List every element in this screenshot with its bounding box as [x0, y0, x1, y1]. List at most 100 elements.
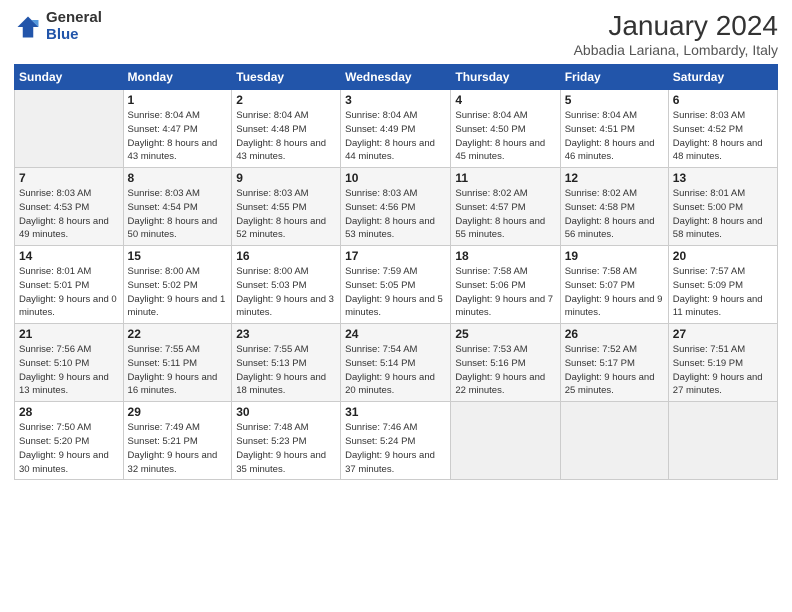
week-row-5: 28Sunrise: 7:50 AM Sunset: 5:20 PM Dayli… [15, 402, 778, 480]
day-info: Sunrise: 7:55 AM Sunset: 5:11 PM Dayligh… [128, 343, 228, 398]
day-cell: 27Sunrise: 7:51 AM Sunset: 5:19 PM Dayli… [668, 324, 777, 402]
day-cell [560, 402, 668, 480]
day-number: 21 [19, 327, 119, 341]
calendar-table: Sunday Monday Tuesday Wednesday Thursday… [14, 64, 778, 480]
day-cell: 30 Sunrise: 7:48 AM Sunset: 5:23 PM Dayli… [232, 402, 341, 480]
day-info: Sunrise: 8:01 AM Sunset: 5:01 PM Dayligh… [19, 265, 119, 320]
day-info: Sunrise: 7:57 AM Sunset: 5:09 PM Dayligh… [673, 265, 773, 320]
logo-text: General Blue [46, 10, 102, 43]
day-info: Sunrise: 8:03 AM Sunset: 4:52 PM Dayligh… [673, 109, 773, 164]
day-cell: 3 Sunrise: 8:04 AM Sunset: 4:49 PM Daylig… [341, 90, 451, 168]
header-monday: Monday [123, 65, 232, 90]
day-cell: 16 Sunrise: 8:00 AM Sunset: 5:03 PM Dayli… [232, 246, 341, 324]
day-cell: 1 Sunrise: 8:04 AM Sunset: 4:47 PM Daylig… [123, 90, 232, 168]
day-cell: 21 Sunrise: 7:56 AM Sunset: 5:10 PM Dayli… [15, 324, 124, 402]
day-cell: 5 Sunrise: 8:04 AM Sunset: 4:51 PM Daylig… [560, 90, 668, 168]
calendar-header: Sunday Monday Tuesday Wednesday Thursday… [15, 65, 778, 90]
day-info: Sunrise: 7:46 AM Sunset: 5:24 PM Dayligh… [345, 421, 446, 476]
day-number: 1 [128, 93, 228, 107]
day-cell: 18 Sunrise: 7:58 AM Sunset: 5:06 PM Dayli… [451, 246, 560, 324]
day-info: Sunrise: 8:00 AM Sunset: 5:03 PM Dayligh… [236, 265, 336, 320]
day-info: Sunrise: 8:04 AM Sunset: 4:47 PM Dayligh… [128, 109, 228, 164]
main-title: January 2024 [574, 10, 778, 42]
day-info: Sunrise: 8:00 AM Sunset: 5:02 PM Dayligh… [128, 265, 228, 320]
day-cell: 4 Sunrise: 8:04 AM Sunset: 4:50 PM Daylig… [451, 90, 560, 168]
week-row-1: 1 Sunrise: 8:04 AM Sunset: 4:47 PM Daylig… [15, 90, 778, 168]
page-header: General Blue January 2024 Abbadia Larian… [14, 10, 778, 58]
day-cell: 17 Sunrise: 7:59 AM Sunset: 5:05 PM Dayli… [341, 246, 451, 324]
day-cell: 19 Sunrise: 7:58 AM Sunset: 5:07 PM Dayli… [560, 246, 668, 324]
day-number: 28 [19, 405, 119, 419]
header-sunday: Sunday [15, 65, 124, 90]
day-info: Sunrise: 7:55 AM Sunset: 5:13 PM Dayligh… [236, 343, 336, 398]
day-number: 7 [19, 171, 119, 185]
title-block: January 2024 Abbadia Lariana, Lombardy, … [574, 10, 778, 58]
header-row: Sunday Monday Tuesday Wednesday Thursday… [15, 65, 778, 90]
day-number: 25 [455, 327, 555, 341]
day-info: Sunrise: 8:03 AM Sunset: 4:55 PM Dayligh… [236, 187, 336, 242]
day-cell [15, 90, 124, 168]
day-info: Sunrise: 8:02 AM Sunset: 4:58 PM Dayligh… [565, 187, 664, 242]
day-info: Sunrise: 8:01 AM Sunset: 5:00 PM Dayligh… [673, 187, 773, 242]
day-info: Sunrise: 8:04 AM Sunset: 4:50 PM Dayligh… [455, 109, 555, 164]
day-number: 13 [673, 171, 773, 185]
day-info: Sunrise: 7:48 AM Sunset: 5:23 PM Dayligh… [236, 421, 336, 476]
day-cell [451, 402, 560, 480]
day-info: Sunrise: 8:03 AM Sunset: 4:56 PM Dayligh… [345, 187, 446, 242]
logo-general: General [46, 10, 102, 27]
day-number: 18 [455, 249, 555, 263]
day-number: 2 [236, 93, 336, 107]
day-cell: 22Sunrise: 7:55 AM Sunset: 5:11 PM Dayli… [123, 324, 232, 402]
header-wednesday: Wednesday [341, 65, 451, 90]
calendar-body: 1 Sunrise: 8:04 AM Sunset: 4:47 PM Daylig… [15, 90, 778, 480]
day-number: 5 [565, 93, 664, 107]
day-cell: 14Sunrise: 8:01 AM Sunset: 5:01 PM Dayli… [15, 246, 124, 324]
day-info: Sunrise: 7:52 AM Sunset: 5:17 PM Dayligh… [565, 343, 664, 398]
day-cell: 15 Sunrise: 8:00 AM Sunset: 5:02 PM Dayli… [123, 246, 232, 324]
day-number: 15 [128, 249, 228, 263]
day-cell: 29Sunrise: 7:49 AM Sunset: 5:21 PM Dayli… [123, 402, 232, 480]
day-info: Sunrise: 7:56 AM Sunset: 5:10 PM Dayligh… [19, 343, 119, 398]
day-cell: 11 Sunrise: 8:02 AM Sunset: 4:57 PM Dayli… [451, 168, 560, 246]
day-info: Sunrise: 7:58 AM Sunset: 5:07 PM Dayligh… [565, 265, 664, 320]
day-info: Sunrise: 8:04 AM Sunset: 4:49 PM Dayligh… [345, 109, 446, 164]
day-cell: 7 Sunrise: 8:03 AM Sunset: 4:53 PM Daylig… [15, 168, 124, 246]
day-number: 30 [236, 405, 336, 419]
day-info: Sunrise: 7:53 AM Sunset: 5:16 PM Dayligh… [455, 343, 555, 398]
day-cell: 12Sunrise: 8:02 AM Sunset: 4:58 PM Dayli… [560, 168, 668, 246]
day-cell: 20Sunrise: 7:57 AM Sunset: 5:09 PM Dayli… [668, 246, 777, 324]
day-cell: 6Sunrise: 8:03 AM Sunset: 4:52 PM Daylig… [668, 90, 777, 168]
day-info: Sunrise: 7:59 AM Sunset: 5:05 PM Dayligh… [345, 265, 446, 320]
day-number: 17 [345, 249, 446, 263]
day-info: Sunrise: 8:03 AM Sunset: 4:53 PM Dayligh… [19, 187, 119, 242]
header-friday: Friday [560, 65, 668, 90]
day-number: 19 [565, 249, 664, 263]
day-number: 24 [345, 327, 446, 341]
day-info: Sunrise: 7:51 AM Sunset: 5:19 PM Dayligh… [673, 343, 773, 398]
day-cell: 23Sunrise: 7:55 AM Sunset: 5:13 PM Dayli… [232, 324, 341, 402]
day-cell: 28Sunrise: 7:50 AM Sunset: 5:20 PM Dayli… [15, 402, 124, 480]
week-row-2: 7 Sunrise: 8:03 AM Sunset: 4:53 PM Daylig… [15, 168, 778, 246]
day-info: Sunrise: 8:02 AM Sunset: 4:57 PM Dayligh… [455, 187, 555, 242]
day-cell: 24Sunrise: 7:54 AM Sunset: 5:14 PM Dayli… [341, 324, 451, 402]
day-number: 26 [565, 327, 664, 341]
day-number: 11 [455, 171, 555, 185]
week-row-4: 21 Sunrise: 7:56 AM Sunset: 5:10 PM Dayli… [15, 324, 778, 402]
day-cell: 26 Sunrise: 7:52 AM Sunset: 5:17 PM Dayli… [560, 324, 668, 402]
header-saturday: Saturday [668, 65, 777, 90]
day-number: 29 [128, 405, 228, 419]
day-info: Sunrise: 7:58 AM Sunset: 5:06 PM Dayligh… [455, 265, 555, 320]
day-cell: 8 Sunrise: 8:03 AM Sunset: 4:54 PM Daylig… [123, 168, 232, 246]
day-number: 4 [455, 93, 555, 107]
day-info: Sunrise: 8:03 AM Sunset: 4:54 PM Dayligh… [128, 187, 228, 242]
subtitle: Abbadia Lariana, Lombardy, Italy [574, 42, 778, 58]
day-info: Sunrise: 8:04 AM Sunset: 4:51 PM Dayligh… [565, 109, 664, 164]
day-cell: 9Sunrise: 8:03 AM Sunset: 4:55 PM Daylig… [232, 168, 341, 246]
logo-blue: Blue [46, 27, 102, 44]
day-number: 10 [345, 171, 446, 185]
day-number: 8 [128, 171, 228, 185]
day-cell: 10 Sunrise: 8:03 AM Sunset: 4:56 PM Dayli… [341, 168, 451, 246]
day-cell: 13 Sunrise: 8:01 AM Sunset: 5:00 PM Dayli… [668, 168, 777, 246]
day-number: 3 [345, 93, 446, 107]
day-number: 16 [236, 249, 336, 263]
